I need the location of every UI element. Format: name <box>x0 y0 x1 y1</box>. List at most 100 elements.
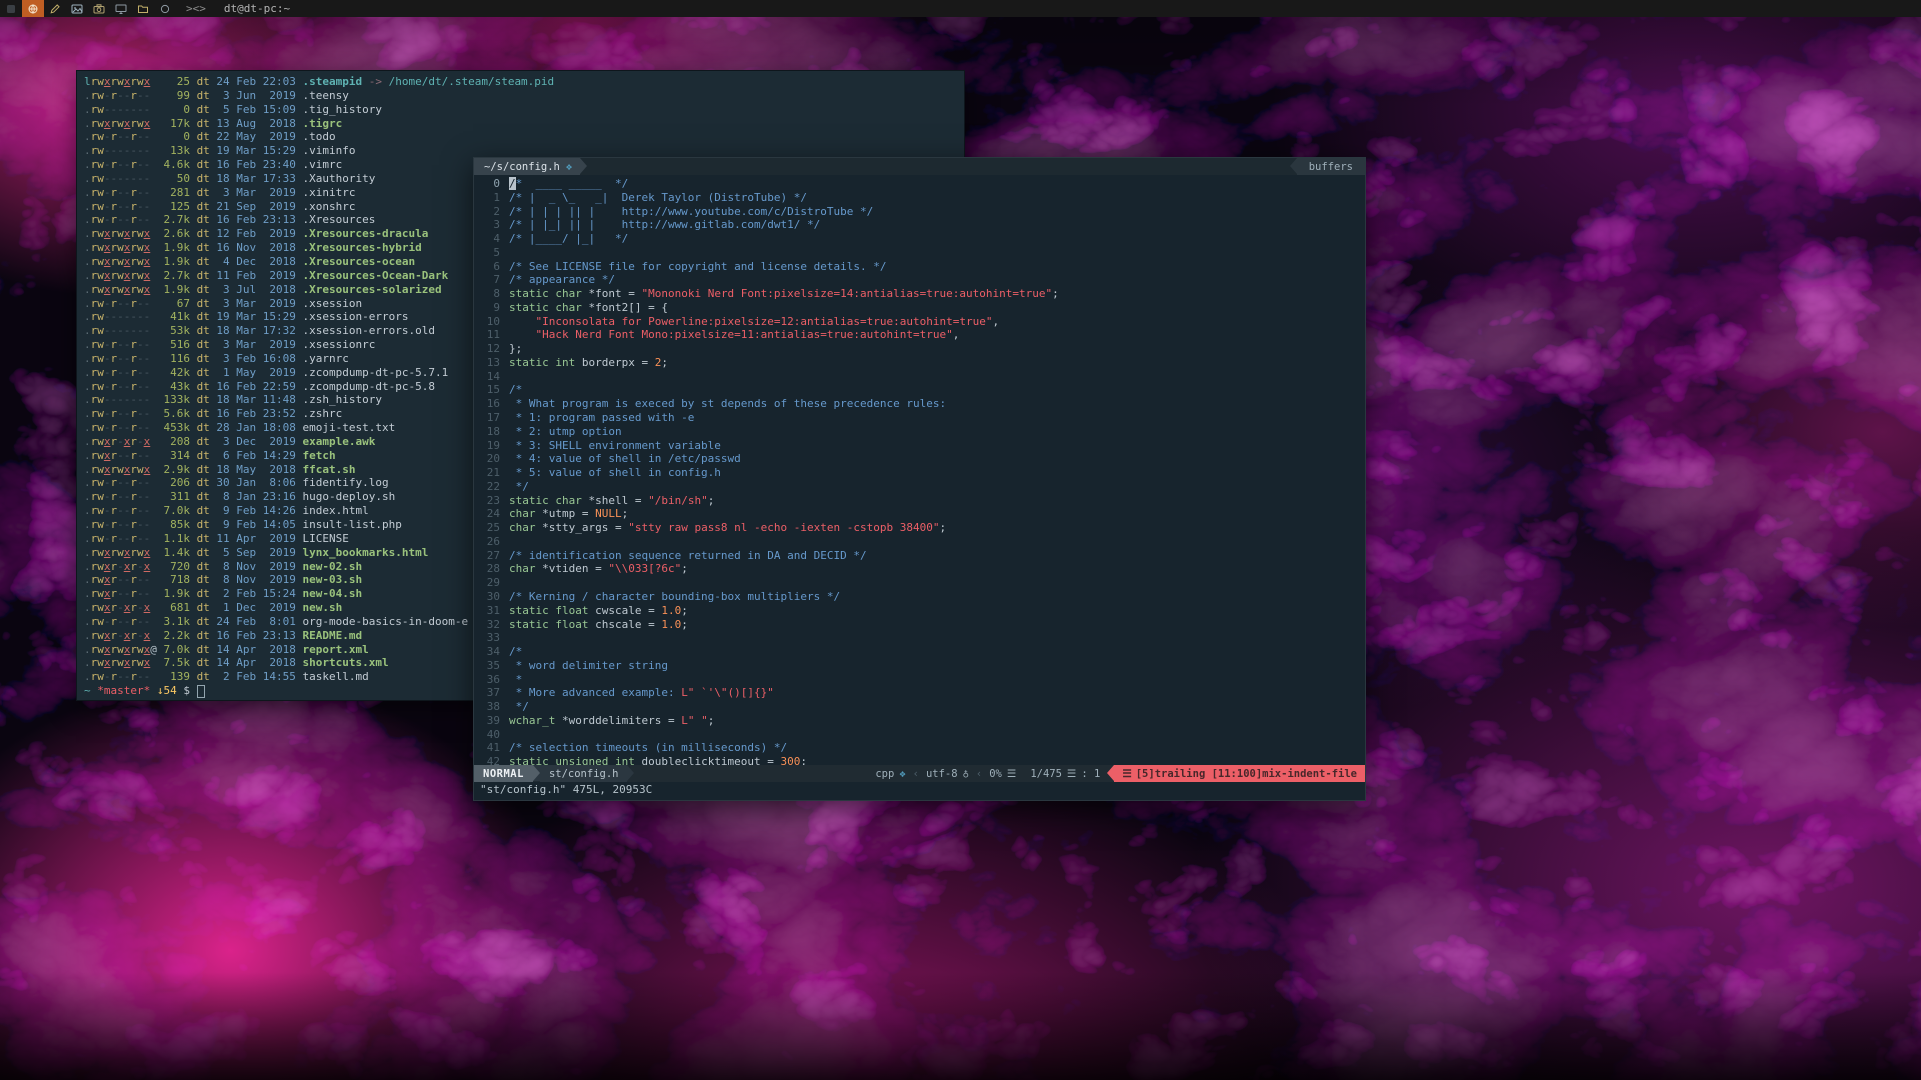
tag-globe-active[interactable] <box>22 0 44 17</box>
file-owner: dt <box>190 227 210 241</box>
file-permissions: .rwxrwxrwx <box>84 117 157 131</box>
perm-char: w <box>117 643 124 656</box>
file-date: 24 Feb 22:03 <box>210 75 296 89</box>
file-size: 41k <box>157 310 190 324</box>
perm-char: . <box>84 144 91 157</box>
perm-char: - <box>104 103 111 116</box>
file-date: 3 Dec 2019 <box>210 435 296 449</box>
tag-display[interactable] <box>110 0 132 17</box>
perm-char: r <box>130 297 137 310</box>
perm-char: x <box>144 546 151 559</box>
perm-char: x <box>104 643 111 656</box>
line-text: static char *shell = "/bin/sh"; <box>509 494 714 508</box>
file-owner: dt <box>190 172 210 186</box>
perm-char: - <box>144 200 151 213</box>
file-name: .Xresources-hybrid <box>303 241 422 255</box>
perm-char: w <box>97 601 104 614</box>
code-token: char <box>509 562 536 575</box>
perm-char: w <box>97 144 104 157</box>
perm-char: x <box>144 463 151 476</box>
tag-camera[interactable] <box>88 0 110 17</box>
vim-code-area[interactable]: 0 /* ____ _____ */ 1 /* | _ \_ _| Derek … <box>474 175 1365 765</box>
perm-char: w <box>117 75 124 88</box>
perm-char: - <box>104 200 111 213</box>
line-text: static char *font2[] = { <box>509 301 668 315</box>
file-name: .Xresources-dracula <box>303 227 429 241</box>
code-token: ; <box>661 356 668 369</box>
line-number: 3 <box>474 218 509 232</box>
perm-char: . <box>84 615 91 628</box>
file-permissions: .rw-r--r-- <box>84 297 157 311</box>
perm-char: - <box>144 587 151 600</box>
file-permissions: .rw-r--r-- <box>84 518 157 532</box>
line-text: static char *font = "Mononoki Nerd Font:… <box>509 287 1059 301</box>
file-permissions: .rwxrwxrwx <box>84 241 157 255</box>
code-token: * 3: SHELL environment variable <box>509 439 721 452</box>
perm-char: w <box>137 117 144 130</box>
perm-char: w <box>97 490 104 503</box>
tag-image[interactable] <box>66 0 88 17</box>
line-number: 41 <box>474 741 509 755</box>
file-name: ffcat.sh <box>303 463 356 477</box>
perm-char: - <box>137 380 144 393</box>
perm-char: w <box>137 656 144 669</box>
perm-char: - <box>104 670 111 683</box>
progress-label: 0% <box>989 768 1002 780</box>
perm-char: - <box>117 338 124 351</box>
code-token: *shell = <box>582 494 648 507</box>
perm-char: - <box>117 670 124 683</box>
code-token: 1.0 <box>661 618 681 631</box>
file-name: new-02.sh <box>303 560 363 574</box>
line-number: 24 <box>474 507 509 521</box>
perm-char: - <box>137 393 144 406</box>
perm-char: - <box>144 352 151 365</box>
perm-char: r <box>130 407 137 420</box>
file-date: 5 Feb 15:09 <box>210 103 296 117</box>
file-date: 16 Feb 23:40 <box>210 158 296 172</box>
vim-window[interactable]: ~/s/config.h ❖ buffers 0 /* ____ _____ *… <box>473 157 1366 801</box>
statusline-position: 1/475 ☰ : 1 <box>1023 765 1107 782</box>
perm-char: . <box>84 324 91 337</box>
tab-current-buffer[interactable]: ~/s/config.h ❖ <box>474 158 580 175</box>
perm-char: - <box>104 352 111 365</box>
perm-char: x <box>144 283 151 296</box>
line-number: 14 <box>474 370 509 384</box>
perm-char: . <box>84 435 91 448</box>
perm-char: - <box>137 560 144 573</box>
perm-char: - <box>117 89 124 102</box>
line-text: char *vtiden = "\\033[?6c"; <box>509 562 688 576</box>
code-token: ; <box>681 562 688 575</box>
code-line: 0 /* ____ _____ */ <box>474 177 1365 191</box>
perm-char: . <box>84 103 91 116</box>
perm-char: - <box>144 172 151 185</box>
perm-char: . <box>84 518 91 531</box>
line-text: char *utmp = NULL; <box>509 507 628 521</box>
perm-char: w <box>137 241 144 254</box>
perm-char: r <box>130 117 137 130</box>
tag-folder[interactable] <box>132 0 154 17</box>
tag-circle[interactable] <box>154 0 176 17</box>
file-date: 8 Jan 23:16 <box>210 490 296 504</box>
launcher-icon[interactable] <box>0 0 22 17</box>
file-permissions: .rw------- <box>84 324 157 338</box>
perm-char: - <box>137 366 144 379</box>
file-date: 3 Feb 16:08 <box>210 352 296 366</box>
line-number: 12 <box>474 342 509 356</box>
perm-char: r <box>130 643 137 656</box>
code-token: ; <box>622 507 629 520</box>
perm-char: x <box>104 241 111 254</box>
tag-pencil[interactable] <box>44 0 66 17</box>
perm-char: - <box>104 158 111 171</box>
file-name: emoji-test.txt <box>303 421 396 435</box>
perm-char: r <box>130 656 137 669</box>
file-size: 85k <box>157 518 190 532</box>
file-owner: dt <box>190 200 210 214</box>
file-owner: dt <box>190 532 210 546</box>
code-token: , <box>953 328 960 341</box>
buffers-label[interactable]: buffers <box>1297 158 1365 175</box>
perm-char: - <box>137 587 144 600</box>
layout-symbol[interactable]: ><> <box>186 2 206 15</box>
file-permissions: .rwxr-xr-x <box>84 435 157 449</box>
file-permissions: .rw-r--r-- <box>84 532 157 546</box>
file-permissions: .rwxr--r-- <box>84 449 157 463</box>
